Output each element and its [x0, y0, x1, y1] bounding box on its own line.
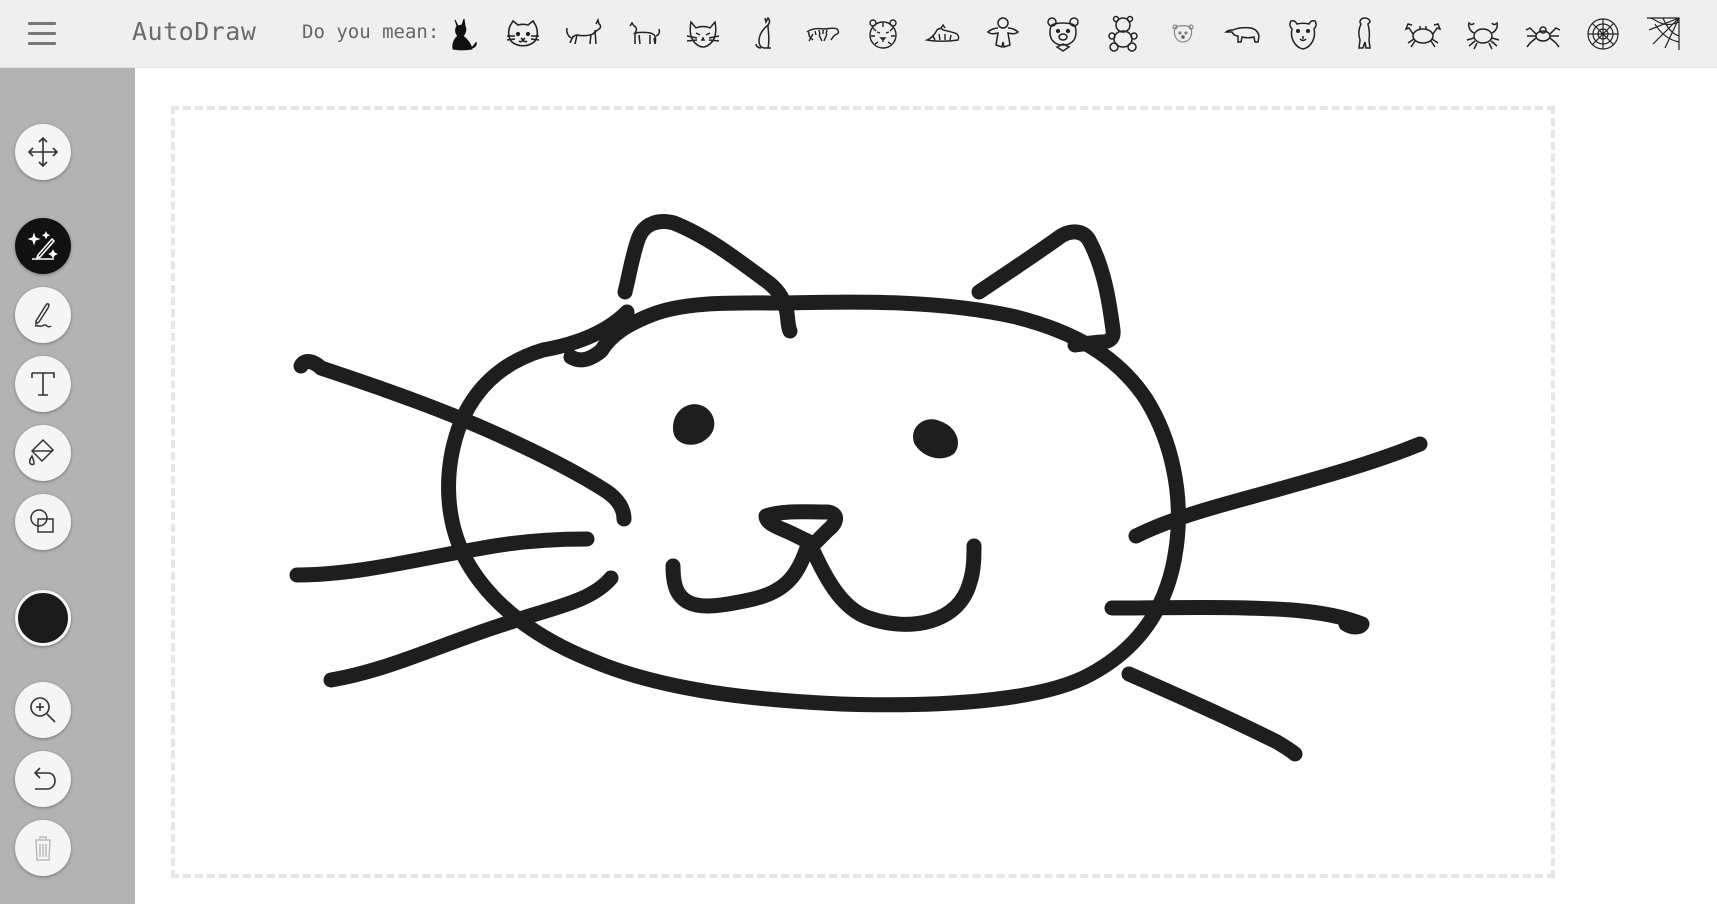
zoom-in-icon [30, 697, 56, 723]
cat-sitting-icon [755, 16, 771, 49]
cat-whisker-right-bottom [1121, 666, 1303, 762]
autodraw-sparkle-pencil-icon [27, 231, 58, 260]
tool-sidebar [0, 68, 135, 904]
cat-whisker-left-middle [289, 531, 595, 583]
app-title: AutoDraw [132, 17, 257, 46]
suggestion-tiger-lying[interactable] [920, 12, 966, 56]
paint-bucket-icon [28, 438, 55, 466]
cat-standing-icon [629, 21, 661, 45]
bear-head-icon [1289, 20, 1317, 50]
undo-icon [33, 767, 56, 790]
shapes-icon [30, 509, 54, 533]
cat-silhouette-icon [452, 18, 477, 51]
suggestion-bear-head[interactable] [1280, 12, 1326, 56]
suggestion-cat-head[interactable] [680, 12, 726, 56]
top-bar: AutoDraw Do you mean: [0, 0, 1717, 68]
bear-face-icon [1047, 17, 1079, 52]
polar-bear-icon [1224, 26, 1260, 43]
zoom-tool-button[interactable] [15, 682, 71, 738]
cat-nose [758, 504, 843, 552]
select-move-tool-button[interactable] [15, 124, 71, 180]
suggestion-corner-web[interactable] [1640, 12, 1686, 56]
bear-standing-icon [1358, 17, 1371, 49]
tiger-lying-icon [924, 23, 960, 42]
suggestion-cat-standing[interactable] [620, 12, 666, 56]
fill-tool-button[interactable] [15, 425, 71, 481]
cat-mouth [665, 534, 982, 632]
crab-outline-icon [1466, 21, 1500, 50]
suggestions-label: Do you mean: [302, 21, 440, 43]
suggestion-polar-bear-face[interactable] [1160, 12, 1206, 56]
suggestion-spider-web[interactable] [1580, 12, 1626, 56]
suggestion-cat-face[interactable] [500, 12, 546, 56]
draw-tool-button[interactable] [15, 287, 71, 343]
suggestions-strip [440, 10, 1717, 58]
autodraw-tool-button[interactable] [15, 218, 71, 274]
suggestion-cat-walking[interactable] [560, 12, 606, 56]
suggestion-teddy-bear[interactable] [1100, 12, 1146, 56]
suggestion-spider[interactable] [1520, 12, 1566, 56]
polar-bear-face-icon [1172, 24, 1194, 43]
cat-left-eye [673, 404, 715, 445]
cat-walking-icon [566, 17, 602, 45]
spider-icon [1525, 26, 1561, 48]
cat-face-icon [506, 19, 540, 47]
tiger-face-icon [869, 19, 897, 49]
crab-icon [1404, 23, 1442, 48]
cat-head-outline [441, 294, 1186, 713]
suggestion-bear-face[interactable] [1040, 12, 1086, 56]
suggestion-crab[interactable] [1400, 12, 1446, 56]
delete-button[interactable] [15, 820, 71, 876]
move-arrows-icon [27, 136, 59, 168]
cat-sketch-drawing[interactable] [135, 68, 1717, 904]
suggestion-tiger-running[interactable] [800, 12, 846, 56]
suggestion-tiger-face[interactable] [860, 12, 906, 56]
undo-button[interactable] [15, 751, 71, 807]
cat-whisker-left-bottom [323, 570, 619, 688]
type-tool-button[interactable] [15, 356, 71, 412]
suggestion-cat-silhouette[interactable] [440, 12, 486, 56]
suggestion-cat-sitting[interactable] [740, 12, 786, 56]
pencil-icon [34, 303, 52, 328]
teddy-bear-flat-icon [986, 17, 1020, 48]
suggestion-teddy-bear-flat[interactable] [980, 12, 1026, 56]
hamburger-menu-icon[interactable] [22, 16, 62, 52]
suggestion-polar-bear[interactable] [1220, 12, 1266, 56]
teddy-bear-icon [1108, 15, 1138, 52]
spider-web-icon [1587, 18, 1619, 50]
suggestion-bear-standing[interactable] [1340, 12, 1386, 56]
text-t-icon [31, 372, 55, 396]
color-picker-swatch[interactable] [15, 590, 71, 646]
shape-tool-button[interactable] [15, 494, 71, 550]
tiger-running-icon [806, 27, 840, 42]
corner-web-icon [1647, 17, 1680, 50]
cat-right-eye [913, 419, 958, 459]
suggestion-crab-outline[interactable] [1460, 12, 1506, 56]
trash-icon [35, 836, 51, 861]
drawing-canvas[interactable] [135, 68, 1717, 904]
cat-head-icon [686, 20, 720, 48]
